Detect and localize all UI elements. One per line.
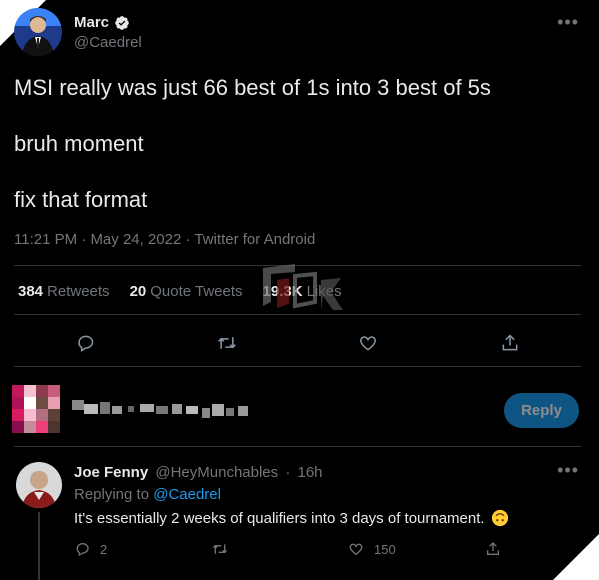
retweet-action[interactable] (211, 538, 348, 560)
quote-tweets-stat[interactable]: 20 Quote Tweets (130, 283, 243, 300)
tweet-source-link[interactable]: Twitter for Android (194, 231, 315, 248)
heart-icon[interactable] (355, 330, 381, 356)
reply-text: It's essentially 2 weeks of qualifiers i… (74, 509, 485, 527)
reply-display-name[interactable]: Joe Fenny (74, 464, 148, 481)
reply-bubble-icon (76, 543, 89, 557)
share-icon[interactable] (497, 330, 523, 356)
white-corner-decoration (553, 534, 599, 580)
heart-icon (349, 543, 363, 556)
tweet-actions (14, 330, 581, 356)
reply-body: It's essentially 2 weeks of qualifiers i… (74, 509, 509, 527)
divider (14, 366, 581, 367)
reply-button[interactable]: Reply (504, 393, 579, 428)
verified-badge-icon (115, 15, 129, 30)
more-horizontal-icon[interactable]: ••• (557, 12, 579, 33)
reply-header: Joe Fenny @HeyMunchables · 16h (74, 464, 323, 481)
display-name[interactable]: Marc (74, 14, 109, 31)
retweets-stat[interactable]: 384 Retweets (18, 283, 110, 300)
reply-actions: 2 150 (74, 538, 504, 560)
reply-bubble-icon[interactable] (72, 330, 98, 356)
avatar[interactable] (16, 462, 62, 508)
replying-to: Replying to @Caedrel (74, 486, 221, 503)
share-action[interactable] (485, 538, 501, 560)
tweet-header: Marc @Caedrel ••• (14, 8, 585, 58)
tweet-body: MSI really was just 66 best of 1s into 3… (14, 76, 491, 244)
divider (14, 314, 581, 315)
like-action[interactable]: 150 (348, 538, 485, 560)
avatar[interactable] (14, 8, 62, 56)
tweet-time-link[interactable]: 11:21 PM · May 24, 2022 (14, 231, 181, 248)
tweet-line: fix that format (14, 187, 148, 212)
reply-time[interactable]: 16h (298, 464, 323, 481)
watermark-logo (263, 264, 343, 310)
reply-input[interactable] (72, 396, 282, 422)
mention-link[interactable]: @Caedrel (153, 486, 221, 503)
share-icon (487, 542, 499, 555)
reply-handle[interactable]: @HeyMunchables (155, 464, 278, 481)
more-horizontal-icon[interactable]: ••• (557, 460, 579, 481)
retweet-icon[interactable] (214, 330, 240, 356)
reply-count-action[interactable]: 2 (74, 538, 211, 560)
reply-count: 2 (100, 541, 108, 557)
avatar (12, 385, 60, 433)
upside-down-face-icon (491, 509, 508, 527)
tweet-line: bruh moment (14, 131, 144, 156)
tweet-meta: 11:21 PM · May 24, 2022 · Twitter for An… (14, 231, 316, 248)
retweet-icon (212, 544, 228, 554)
tweet-line: MSI really was just 66 best of 1s into 3… (14, 75, 491, 100)
like-count: 150 (374, 541, 396, 557)
divider (14, 446, 581, 447)
handle[interactable]: @Caedrel (74, 34, 142, 51)
thread-line (38, 512, 40, 580)
